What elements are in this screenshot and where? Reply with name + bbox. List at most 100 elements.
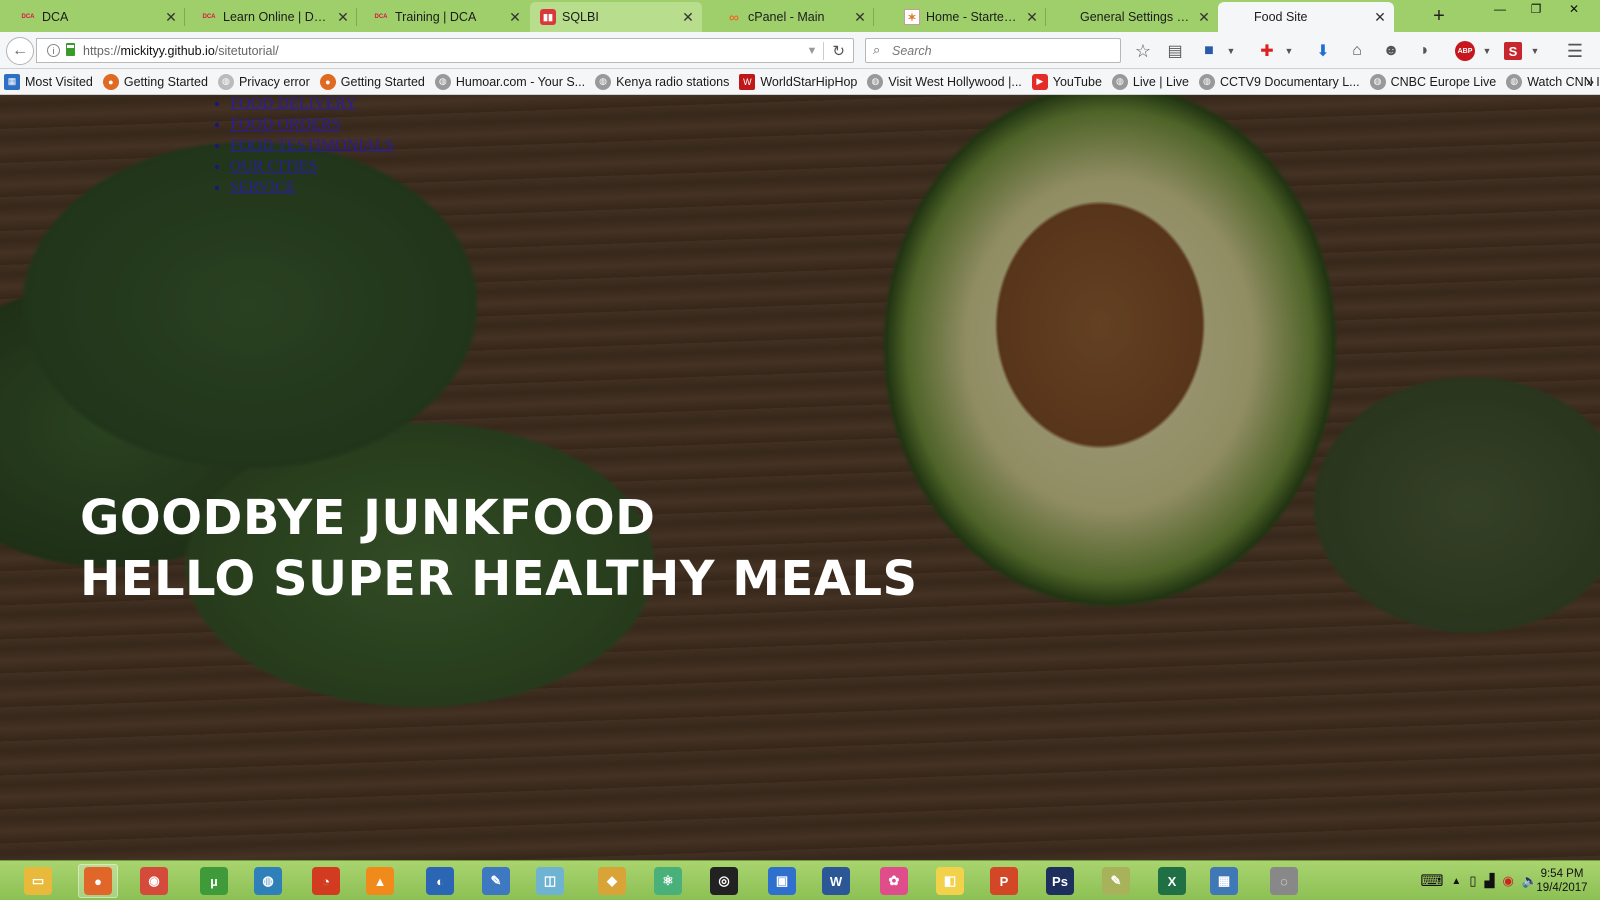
chevron-down-icon[interactable]: ▼ — [1276, 38, 1302, 64]
globe-icon: ◍ — [595, 73, 612, 90]
bookmark-youtube[interactable]: ▶ YouTube — [1031, 73, 1102, 90]
dca-favicon-icon: DCA — [374, 14, 388, 20]
nav-link-our-cities[interactable]: OUR CITIES — [230, 158, 318, 175]
taskbar-app-firefox[interactable]: ● — [78, 864, 118, 898]
close-icon[interactable]: ✕ — [507, 9, 523, 25]
close-window-icon[interactable]: ✕ — [1560, 2, 1588, 18]
sticky-notes-icon: ◧ — [936, 867, 964, 895]
close-icon[interactable]: ✕ — [1372, 9, 1388, 25]
bookmark-getting-started[interactable]: ● Getting Started — [102, 73, 208, 90]
taskbar-app-photoshop[interactable]: Ps — [1040, 864, 1080, 898]
nav-link-food-orders[interactable]: FOOD ORDERS — [230, 116, 341, 133]
tab-startech-home[interactable]: ✶ Home - Startech Bu... ✕ — [874, 2, 1046, 32]
taskbar-app-network-app[interactable]: ◍ — [248, 864, 288, 898]
site-nav-item: OUR CITIES — [230, 156, 394, 177]
close-icon[interactable]: ✕ — [335, 9, 351, 25]
taskbar-app-orange-app[interactable]: ▣ — [762, 864, 802, 898]
taskbar-app-atom[interactable]: ⚛ — [648, 864, 688, 898]
new-tab-button[interactable]: + — [1428, 6, 1450, 28]
taskbar-app-excel[interactable]: X — [1152, 864, 1192, 898]
opera-like-icon: ◔ — [312, 867, 340, 895]
bookmark-most-visited[interactable]: ▦ Most Visited — [4, 73, 93, 90]
taskbar-app-opera-like[interactable]: ◔ — [306, 864, 346, 898]
taskbar-app-notepad[interactable]: ✎ — [476, 864, 516, 898]
nav-link-food-testimonials[interactable]: FOOD TESTIMONIALS — [230, 137, 394, 154]
bookmark-west-hollywood[interactable]: ◍ Visit West Hollywood |... — [867, 73, 1022, 90]
bookmarks-toolbar: ▦ Most Visited ● Getting Started ◍ Privacy … — [0, 69, 1600, 95]
taskbar-app-chrome[interactable]: ◉ — [134, 864, 174, 898]
chevron-down-icon[interactable]: ▼ — [1218, 38, 1244, 64]
bookmark-humoar[interactable]: ◍ Humoar.com - Your S... — [434, 73, 585, 90]
taskbar-app-webcam[interactable]: ◎ — [704, 864, 744, 898]
download-icon[interactable]: ⬇ — [1310, 38, 1336, 64]
navigation-toolbar: ← i https:// mickityy.github.io /sitetut… — [0, 32, 1600, 69]
file-explorer-icon: ▭ — [24, 867, 52, 895]
chevron-down-icon[interactable]: ▼ — [1522, 38, 1548, 64]
taskbar-app-utorrent[interactable]: µ — [194, 864, 234, 898]
pocket-icon[interactable]: ◗ — [1412, 38, 1438, 64]
tab-cpanel[interactable]: ∞ cPanel - Main ✕ — [702, 2, 874, 32]
back-button[interactable]: ← — [6, 37, 34, 65]
home-icon[interactable]: ⌂ — [1344, 38, 1370, 64]
network-signal-icon[interactable]: ▟ — [1484, 873, 1494, 889]
taskbar-app-photos[interactable]: ▦ — [1204, 864, 1244, 898]
webcam-icon: ◎ — [710, 867, 738, 895]
keyboard-icon[interactable]: ⌨ — [1420, 871, 1443, 891]
close-icon[interactable]: ✕ — [1196, 9, 1212, 25]
minimize-icon[interactable]: — — [1486, 2, 1514, 18]
nav-link-service[interactable]: SERVICE — [230, 179, 295, 196]
bookmark-cctv9[interactable]: ◍ CCTV9 Documentary L... — [1198, 73, 1360, 90]
firefox-icon: ● — [84, 867, 112, 895]
tab-strip: DCA DCA ✕ DCA Learn Online | DCA ✕ DCA T… — [0, 0, 1600, 32]
bookmark-privacy-error[interactable]: ◍ Privacy error — [217, 73, 310, 90]
close-icon[interactable]: ✕ — [163, 9, 179, 25]
tab-general-settings[interactable]: General Settings ‹ Starte... ✕ — [1046, 2, 1218, 32]
bookmark-cnbc[interactable]: ◍ CNBC Europe Live — [1369, 73, 1496, 90]
tab-food-site[interactable]: Food Site ✕ — [1218, 2, 1394, 32]
nav-link-food-delivery[interactable]: FOOD DELIVERY — [230, 95, 357, 112]
worldstar-icon: W — [739, 73, 756, 90]
taskbar-app-ruler-app[interactable]: ◫ — [530, 864, 570, 898]
taskbar-app-media-player[interactable]: ◌ — [1264, 864, 1304, 898]
taskbar-app-sticky-notes[interactable]: ◧ — [930, 864, 970, 898]
tab-dca[interactable]: DCA DCA ✕ — [0, 2, 185, 32]
taskbar-app-word[interactable]: W — [816, 864, 856, 898]
device-icon[interactable]: ▯ — [1469, 873, 1476, 889]
menu-icon[interactable]: ☰ — [1562, 38, 1588, 64]
taskbar-app-powerpoint[interactable]: P — [984, 864, 1024, 898]
restore-icon[interactable]: ❐ — [1522, 2, 1550, 18]
compass-tray-icon[interactable]: ◉ — [1502, 873, 1513, 889]
tab-training[interactable]: DCA Training | DCA ✕ — [357, 2, 529, 32]
taskbar-app-skype-like[interactable]: ◐ — [420, 864, 460, 898]
globe-icon: ◍ — [867, 73, 884, 90]
close-icon[interactable]: ✕ — [680, 9, 696, 25]
taskbar-app-picasa[interactable]: ✿ — [874, 864, 914, 898]
tab-learn-online[interactable]: DCA Learn Online | DCA ✕ — [185, 2, 357, 32]
reload-icon[interactable]: ↻ — [823, 41, 853, 60]
bookmarks-overflow-icon[interactable]: » — [1586, 73, 1594, 89]
tab-title: Home - Startech Bu... — [926, 10, 1018, 24]
tab-sqlbi[interactable]: ▮▮ SQLBI ✕ — [530, 2, 702, 32]
taskbar-app-file-explorer[interactable]: ▭ — [18, 864, 58, 898]
chevron-down-icon[interactable]: ▼ — [1474, 38, 1500, 64]
bookmark-kenya-radio[interactable]: ◍ Kenya radio stations — [595, 73, 729, 90]
show-hidden-icons[interactable]: ▲ — [1451, 876, 1461, 887]
url-path: /sitetutorial/ — [214, 43, 279, 58]
close-icon[interactable]: ✕ — [1024, 9, 1040, 25]
close-icon[interactable]: ✕ — [852, 9, 868, 25]
bookmark-getting-started-2[interactable]: ● Getting Started — [319, 73, 425, 90]
dropdown-arrow-icon[interactable]: ▼ — [807, 45, 818, 57]
clock-time: 9:54 PM — [1540, 868, 1584, 880]
bookmark-worldstar[interactable]: W WorldStarHipHop — [739, 73, 857, 90]
reading-list-icon[interactable]: ▤ — [1162, 38, 1188, 64]
taskbar-app-notepad-plus[interactable]: ✎ — [1096, 864, 1136, 898]
url-bar[interactable]: i https:// mickityy.github.io /sitetutor… — [36, 38, 854, 63]
search-bar[interactable]: ⌕ Search — [865, 38, 1121, 63]
system-clock[interactable]: 9:54 PM 19/4/2017 — [1532, 867, 1592, 895]
info-icon[interactable]: i — [47, 44, 60, 57]
chat-icon[interactable]: ☻ — [1378, 38, 1404, 64]
bookmark-star-icon[interactable]: ☆ — [1130, 38, 1156, 64]
taskbar-app-tiles-app[interactable]: ◆ — [592, 864, 632, 898]
bookmark-live[interactable]: ◍ Live | Live — [1111, 73, 1189, 90]
taskbar-app-vlc[interactable]: ▲ — [360, 864, 400, 898]
